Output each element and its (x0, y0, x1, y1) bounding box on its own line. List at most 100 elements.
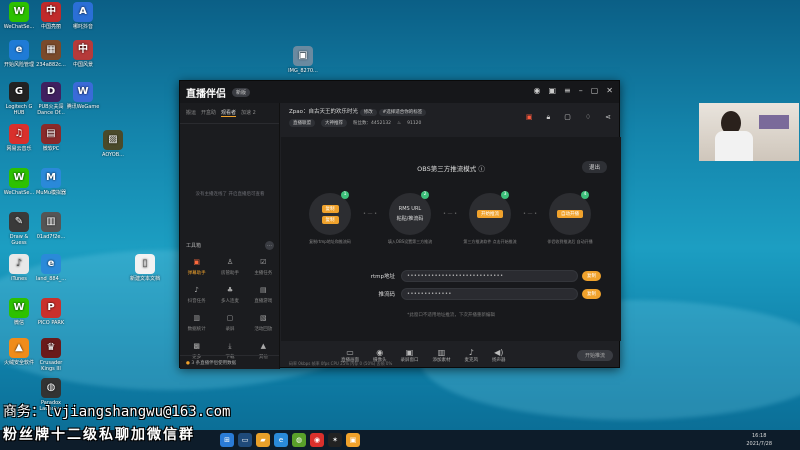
desktop-icon[interactable]: ▣ IMG_8270... (286, 46, 320, 74)
topic-tag[interactable]: #选择适合你的标签 (378, 109, 427, 116)
tool-item[interactable]: ▥ 数据统计 (180, 312, 213, 332)
desktop-icon-label: 网易云音乐 (6, 146, 32, 152)
step-button: 粘贴/推流码 (396, 216, 424, 222)
app-icon-dark[interactable]: ✶ (328, 433, 342, 447)
lock-icon[interactable]: 🔒︎ (546, 113, 550, 122)
desktop-icon[interactable]: G Logitech G HUB (2, 82, 36, 116)
desktop-icon[interactable]: W WeChatSe... (2, 168, 36, 196)
desktop-icon[interactable]: A 哪吒抖音 (66, 2, 100, 30)
stream-key-field[interactable]: ••••••••••••• (401, 288, 578, 300)
desktop-icon[interactable]: W WeChatSe... (2, 2, 36, 30)
desktop-icon-label: 中国风景 (72, 62, 93, 68)
tool-label: 房管助手 (220, 271, 239, 276)
exit-mode-button[interactable]: 退出 (581, 161, 607, 173)
desktop-icon[interactable]: ▦ 234a882c... (34, 40, 68, 68)
menu-icon[interactable]: ≡ (564, 86, 571, 95)
skin-icon[interactable]: ▣ (548, 86, 556, 95)
left-sidebar: 搬运 开盒助 观看者 加速 2 没有主播连线了 开启直播后可查看 工具箱 … ▣ 弹幕助… (180, 103, 280, 369)
desktop-icon-label: land_884_... (35, 276, 67, 282)
tool-item[interactable]: ♣ 多人连麦 (213, 284, 246, 304)
edit-title-button[interactable]: 修改 (359, 109, 377, 116)
rtmp-field[interactable]: •••••••••••••••••••••••••••• (401, 270, 578, 282)
sidebar-tab[interactable]: 观看者 (221, 109, 237, 117)
desktop-icon[interactable]: W 腾讯WeGame (66, 82, 100, 110)
tool-item[interactable]: ♪ 抖音任务 (180, 284, 213, 304)
likes-icon: ♨ (397, 120, 402, 126)
help-icon[interactable]: ⓘ (478, 165, 485, 173)
share-icon[interactable]: ⋖ (605, 113, 611, 122)
desktop-app-icon: D (41, 82, 61, 102)
desktop-icon[interactable]: D PUB火夫闯 Dance Of... (34, 82, 68, 116)
maximize-icon[interactable]: ▢ (591, 86, 599, 95)
recommend-tag[interactable]: 大神推荐 (321, 119, 347, 127)
more-icon[interactable]: … (265, 241, 274, 250)
status-bar: 码率 0kbps 帧率 0fps CPU 25% 内存 0 (50%) 丢帧 0… (289, 361, 393, 366)
step-arrow: • — • (443, 211, 458, 217)
copy-rtmp-button[interactable]: 复制 (582, 271, 601, 281)
main-top-icons: ▣ 🔒︎ ▢ ♢ ⋖ (526, 113, 611, 122)
explorer-icon[interactable]: ▰ (256, 433, 270, 447)
window-controls: ◉ ▣ ≡ – ▢ ✕ (533, 86, 613, 95)
desktop-icon-label: 腾讯WeGame (66, 104, 100, 110)
sidebar-tab[interactable]: 加速 2 (241, 109, 256, 117)
tool-item[interactable]: ▧ 活动回放 (247, 312, 280, 332)
live-companion-taskbar-icon[interactable]: ▣ (346, 433, 360, 447)
step-description: 填入OBS设置第三方推流 (387, 239, 433, 244)
app-icon-red[interactable]: ◉ (310, 433, 324, 447)
desktop-icon[interactable]: W 微信 (2, 298, 36, 326)
category-tag[interactable]: 直播联盟 (289, 119, 315, 127)
desktop-icon[interactable]: ♫ 网易云音乐 (2, 124, 36, 152)
clock[interactable]: 16:18 2021/7/28 (746, 432, 772, 448)
taskview-icon[interactable]: ▭ (238, 433, 252, 447)
fire-icon: ● (186, 361, 190, 366)
desktop-icon[interactable]: M MuMu模拟器 (34, 168, 68, 196)
minimize-icon[interactable]: – (579, 86, 583, 95)
desktop-app-icon: ▥ (41, 212, 61, 232)
step-button[interactable]: 复制 (321, 215, 339, 224)
toolbox: 工具箱 … ▣ 弹幕助手 ♙ 房管助手 ☑ 主播任务 ♪ 抖音任务 ♣ 多人连麦 ▤ 直播游戏 ▥ 数据统… (180, 241, 280, 360)
copy-key-button[interactable]: 复制 (582, 289, 601, 299)
gift-icon[interactable]: ▣ (526, 113, 533, 122)
desktop-icon[interactable]: 中中国风景 (66, 40, 100, 68)
desktop-icon[interactable]: ▤ 微软PC (34, 124, 68, 152)
tool-item[interactable]: ♙ 房管助手 (213, 256, 246, 276)
desktop-icon[interactable]: ▯ 新建文本文档 (128, 254, 162, 282)
desktop-icon[interactable]: ♪ iTunes (2, 254, 36, 282)
desktop-icon[interactable]: ✎ Draw & Guess (2, 212, 36, 246)
start-icon[interactable]: ⊞ (220, 433, 234, 447)
version-badge[interactable]: 新版 (232, 87, 251, 97)
desktop-icon[interactable]: ▲ 火绒安全软件 (2, 338, 36, 366)
desktop-icon[interactable]: ♛ Crusader Kings III (34, 338, 68, 372)
step-button[interactable]: 复制 (321, 204, 339, 213)
desktop-icon[interactable]: e 开始风险管理 (2, 40, 36, 68)
sidebar-tab[interactable]: 开盒助 (201, 109, 216, 117)
desktop-icon[interactable]: e land_884_... (34, 254, 68, 282)
tool-label: 录屏 (225, 327, 235, 332)
sidebar-footer[interactable]: ● 3 条直播伴侣使用数据 (180, 355, 279, 369)
tool-item[interactable]: ▢ 录屏 (213, 312, 246, 332)
desktop-icon[interactable]: ▨ AOYOB... (96, 130, 130, 158)
tool-item[interactable]: ▤ 直播游戏 (247, 284, 280, 304)
screenshot-icon[interactable]: ▢ (564, 113, 571, 122)
desktop-icon-label: PICO PARK (37, 320, 65, 326)
bell-icon[interactable]: ♢ (585, 113, 591, 122)
desktop-icon[interactable]: 中中国亮丽 (34, 2, 68, 30)
desktop-icon[interactable]: ▥ 01ad7f2e... (34, 212, 68, 240)
desktop-icon-label: WeChatSe... (3, 190, 35, 196)
tool-item[interactable]: ☑ 主播任务 (247, 256, 280, 276)
desktop-app-icon: A (73, 2, 93, 22)
avatar-icon[interactable]: ◉ (533, 86, 540, 95)
tool-item[interactable]: ▣ 弹幕助手 (180, 256, 213, 276)
desktop-icon-label: MuMu模拟器 (36, 190, 66, 196)
tool-label: 主播任务 (254, 271, 273, 276)
desktop-app-icon: ▨ (103, 130, 123, 150)
app-logo: 直播伴侣 (186, 88, 226, 100)
desktop-app-icon: ▤ (41, 124, 61, 144)
sidebar-tab[interactable]: 搬运 (186, 109, 196, 117)
edge-icon[interactable]: e (274, 433, 288, 447)
app-icon-green[interactable]: ◍ (292, 433, 306, 447)
close-icon[interactable]: ✕ (606, 86, 613, 95)
desktop-icon-label: 开始风险管理 (3, 62, 34, 68)
desktop-icon[interactable]: P PICO PARK (34, 298, 68, 326)
desktop-icon-label: iTunes (11, 276, 27, 282)
